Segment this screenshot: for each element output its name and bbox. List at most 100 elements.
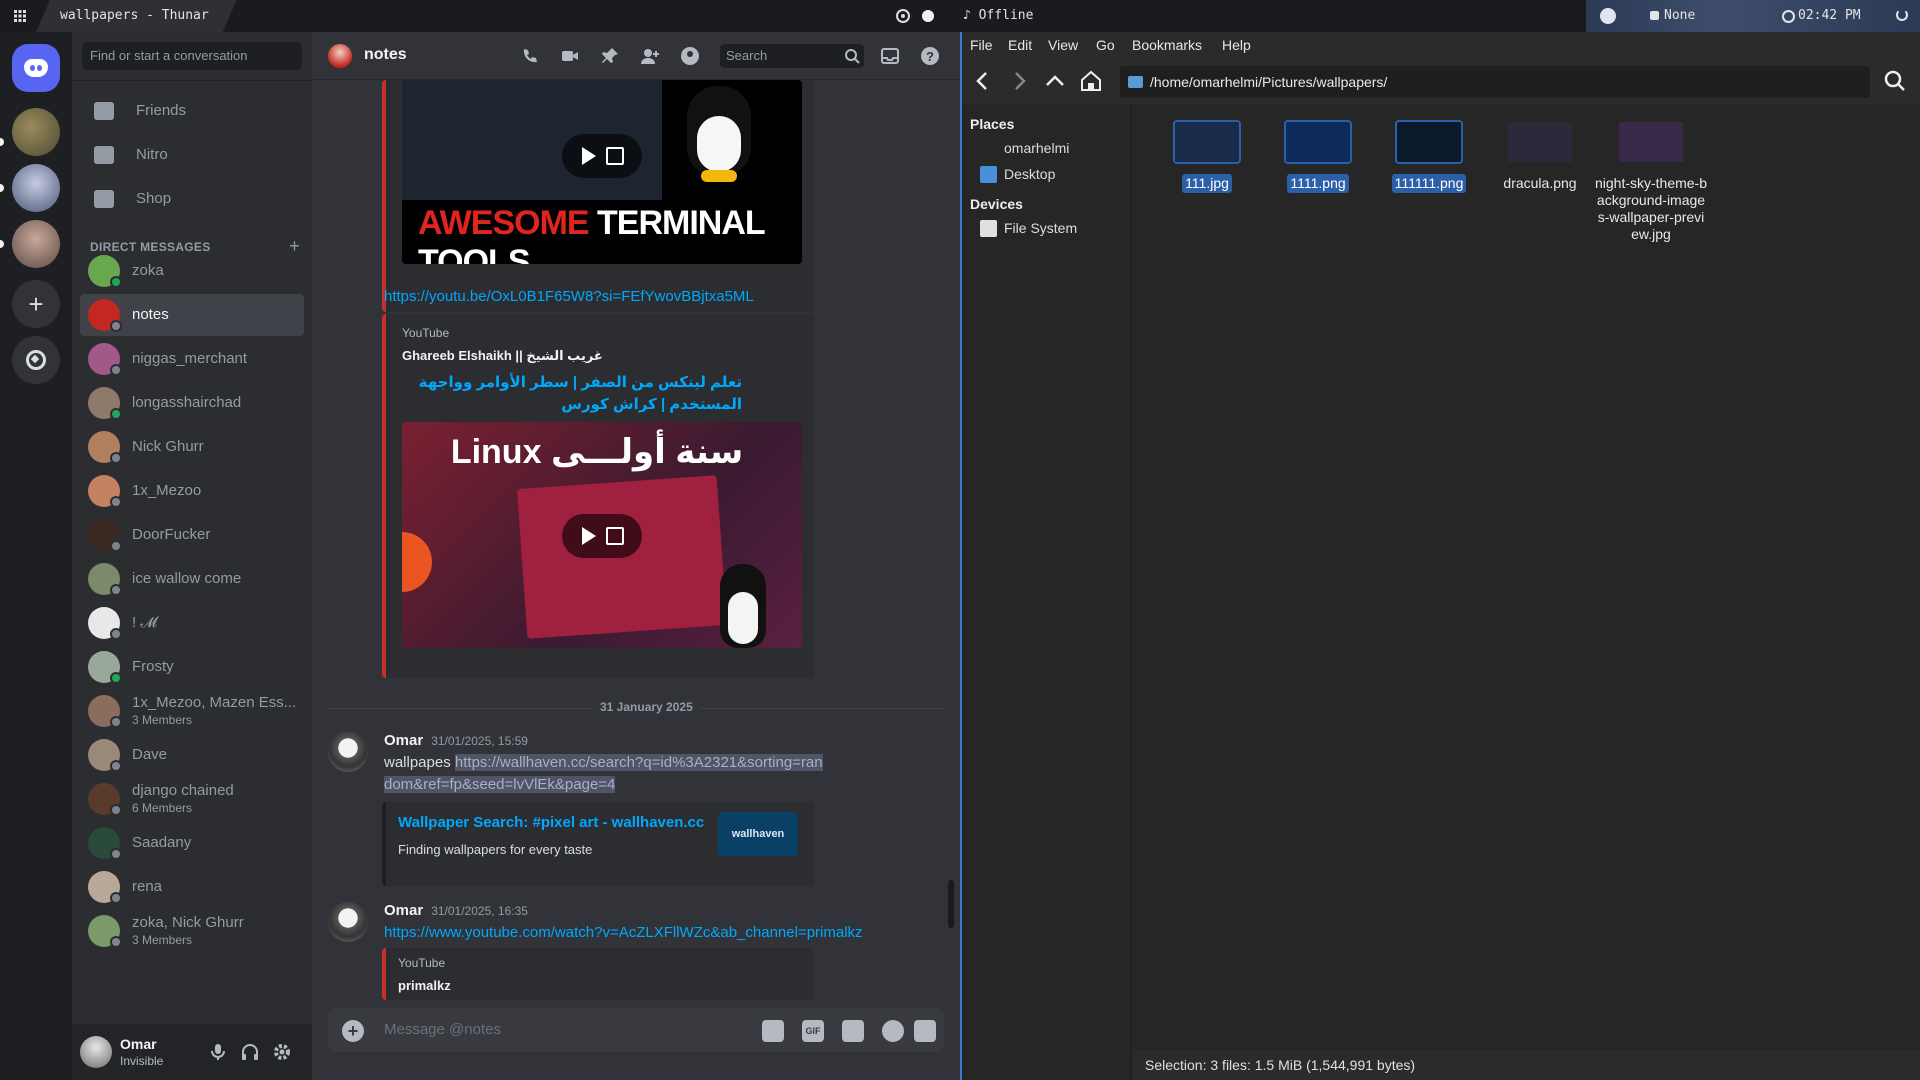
dm-item[interactable]: Nick Ghurr (80, 426, 304, 468)
message-avatar[interactable] (328, 732, 368, 772)
dm-member-count: 3 Members (132, 713, 193, 727)
device-filesystem[interactable]: File System (980, 220, 1077, 237)
dm-name: Saadany (132, 834, 192, 851)
menu-bookmarks[interactable]: Bookmarks (1132, 37, 1202, 53)
headphones-icon[interactable] (240, 1042, 260, 1062)
layout-indicator[interactable]: None (1650, 0, 1695, 32)
dm-item[interactable]: Saadany (80, 822, 304, 864)
active-window-title: wallpapers - Thunar (36, 0, 237, 32)
user-profile-icon[interactable] (680, 46, 700, 66)
forward-arrow-icon[interactable] (1006, 68, 1032, 94)
file-item[interactable]: dracula.png (1480, 122, 1600, 193)
home-icon[interactable] (1078, 68, 1104, 94)
embed-title[interactable]: تعلم لينكس من الصفر | سطر الأوامر وواجهة… (402, 372, 742, 416)
embed-author[interactable]: primalkz (398, 978, 451, 993)
server-icon[interactable] (12, 108, 60, 156)
voice-call-icon[interactable] (520, 46, 540, 66)
message-header: Omar 31/01/2025, 16:35 (384, 902, 528, 919)
dm-item[interactable]: niggas_merchant (80, 338, 304, 380)
file-item[interactable]: 111111.png (1369, 120, 1489, 193)
notification-dot-icon[interactable] (922, 10, 934, 22)
dm-item[interactable]: Frosty (80, 646, 304, 688)
discord-home-button[interactable] (12, 44, 60, 92)
dm-item[interactable]: django chained 6 Members (80, 778, 304, 820)
file-item[interactable]: 111.jpg (1147, 120, 1267, 193)
discord-window: + Find or start a conversation Friends N… (0, 32, 960, 1080)
search-icon[interactable] (1882, 68, 1908, 94)
server-icon[interactable] (12, 164, 60, 212)
message-link[interactable]: https://www.youtube.com/watch?v=AcZLXFll… (384, 924, 863, 941)
dm-item[interactable]: longasshairchad (80, 382, 304, 424)
attach-plus-icon[interactable]: + (342, 1020, 364, 1042)
gift-icon[interactable] (762, 1020, 784, 1042)
help-icon[interactable]: ? (920, 46, 940, 66)
link-text[interactable]: https://youtu.be/OxL0B1F65W8?si=FEfYwovB… (384, 288, 754, 305)
sticker-icon[interactable] (842, 1020, 864, 1042)
emoji-icon[interactable] (882, 1020, 904, 1042)
power-icon[interactable] (1896, 9, 1908, 21)
message-author[interactable]: Omar (384, 902, 423, 919)
menu-file[interactable]: File (970, 37, 993, 53)
message-search-input[interactable]: Search (720, 44, 864, 68)
message-composer[interactable]: + Message @notes GIF (328, 1008, 944, 1052)
up-arrow-icon[interactable] (1042, 68, 1068, 94)
place-desktop[interactable]: Desktop (980, 166, 1055, 183)
inbox-icon[interactable] (880, 46, 900, 66)
nav-friends[interactable]: Friends (80, 90, 304, 132)
menu-help[interactable]: Help (1222, 37, 1251, 53)
dm-item[interactable]: Dave (80, 734, 304, 776)
nav-shop[interactable]: Shop (80, 178, 304, 220)
embed-author[interactable]: Ghareeb Elshaikh || غريب الشيخ (402, 348, 603, 364)
message-avatar[interactable] (328, 902, 368, 942)
settings-gear-icon[interactable] (272, 1042, 292, 1062)
embed-provider: YouTube (402, 326, 450, 340)
add-server-button[interactable]: + (12, 280, 60, 328)
video-thumbnail[interactable]: AWESOME TERMINAL TOOLS (402, 80, 802, 264)
message-author[interactable]: Omar (384, 732, 423, 749)
dm-item[interactable]: ! 𝓜 (80, 602, 304, 644)
location-bar[interactable]: /home/omarhelmi/Pictures/wallpapers/ (1120, 66, 1870, 98)
video-thumbnail[interactable]: سنة أولـــى Linux (402, 422, 802, 648)
dm-item[interactable]: 1x_Mezoo, Mazen Ess... 3 Members (80, 690, 304, 732)
app-grid-icon[interactable] (12, 8, 28, 24)
video-call-icon[interactable] (560, 46, 580, 66)
embed-title[interactable]: Wallpaper Search: #pixel art - wallhaven… (398, 814, 704, 831)
youtube-link[interactable]: https://youtu.be/OxL0B1F65W8?si=FEfYwovB… (384, 288, 754, 306)
add-friend-icon[interactable] (640, 46, 660, 66)
dm-name: ! 𝓜 (132, 614, 158, 631)
pin-icon[interactable] (600, 46, 620, 66)
microphone-icon[interactable] (208, 1042, 228, 1062)
embed-thumbnail[interactable]: wallhaven (718, 812, 798, 856)
conversation-search-input[interactable]: Find or start a conversation (82, 42, 302, 70)
search-icon[interactable] (844, 48, 860, 64)
dm-item[interactable]: notes (80, 294, 304, 336)
compass-icon (26, 350, 46, 370)
color-palette-icon[interactable] (1600, 8, 1616, 24)
nav-nitro[interactable]: Nitro (80, 134, 304, 176)
back-arrow-icon[interactable] (970, 68, 996, 94)
place-home[interactable]: omarhelmi (980, 140, 1069, 156)
server-icon[interactable] (12, 220, 60, 268)
apps-icon[interactable] (914, 1020, 936, 1042)
file-item[interactable]: night-sky-theme-background-images-wallpa… (1591, 122, 1711, 244)
play-button-icon[interactable] (562, 514, 642, 558)
file-item[interactable]: 1111.png (1258, 120, 1378, 193)
chat-scrollbar[interactable] (948, 880, 954, 928)
dm-item[interactable]: zoka (80, 250, 304, 292)
dm-item[interactable]: DoorFucker (80, 514, 304, 556)
menu-go[interactable]: Go (1096, 37, 1115, 53)
screen-record-icon[interactable] (896, 9, 910, 23)
dm-item[interactable]: ice wallow come (80, 558, 304, 600)
panel-right-zone (1586, 0, 1920, 32)
menu-edit[interactable]: Edit (1008, 37, 1032, 53)
menu-view[interactable]: View (1048, 37, 1078, 53)
user-avatar[interactable] (80, 1036, 112, 1068)
explore-servers-button[interactable] (12, 336, 60, 384)
clock[interactable]: 02:42 PM (1782, 0, 1861, 32)
dm-item[interactable]: 1x_Mezoo (80, 470, 304, 512)
gif-icon[interactable]: GIF (802, 1020, 824, 1042)
network-status[interactable]: ♪ Offline (963, 0, 1033, 32)
play-button-icon[interactable] (562, 134, 642, 178)
dm-item[interactable]: zoka, Nick Ghurr 3 Members (80, 910, 304, 952)
dm-item[interactable]: rena (80, 866, 304, 908)
